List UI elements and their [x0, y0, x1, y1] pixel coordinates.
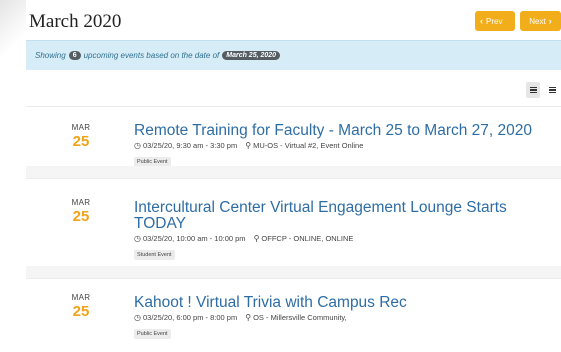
chevron-right-icon: ›	[548, 15, 552, 26]
event-time-text: 03/25/20, 10:00 am - 10:00 pm	[142, 234, 246, 243]
date-month: MAR	[71, 198, 91, 207]
date-day: 25	[72, 133, 90, 150]
clock-icon: ◷	[134, 140, 141, 150]
date-block: MAR 25	[62, 293, 100, 320]
map-pin-icon: ⚲	[245, 312, 252, 322]
event-tag: Student Event	[134, 250, 175, 260]
event-meta: ◷ 03/25/20, 6:00 pm - 8:00 pm ⚲ OS - Mil…	[134, 313, 554, 322]
next-label: Next	[529, 16, 546, 26]
clock-icon: ◷	[134, 233, 141, 243]
event-location-text: MU-OS - Virtual #2, Event Online	[253, 141, 364, 150]
event-tag: Public Event	[134, 329, 171, 339]
event-divider	[26, 166, 561, 178]
info-mid-text: upcoming events based on the date of	[83, 51, 220, 60]
chevron-left-icon: ‹	[480, 15, 483, 26]
event-title-link[interactable]: Intercultural Center Virtual Engagement …	[134, 200, 554, 232]
info-text: Showing 6 upcoming events based on the d…	[26, 51, 281, 60]
list-view-toggle[interactable]	[545, 82, 559, 98]
event-location: ⚲ OS - Millersville Community,	[245, 313, 346, 322]
prev-label: Prev	[486, 16, 503, 26]
event-location-text: OFFCP - ONLINE, ONLINE	[261, 234, 354, 243]
date-badge: March 25, 2020	[222, 51, 281, 60]
date-month: MAR	[71, 293, 91, 302]
clock-icon: ◷	[134, 312, 141, 322]
event-time-text: 03/25/20, 9:30 am - 3:30 pm	[142, 141, 238, 150]
event-location-text: OS - Millersville Community,	[253, 313, 347, 322]
map-pin-icon: ⚲	[253, 233, 260, 243]
month-header: March 2020 ‹ Prev Next ›	[26, 10, 561, 38]
date-day: 25	[72, 303, 90, 320]
event-body: Kahoot ! Virtual Trivia with Campus Rec …	[134, 295, 554, 340]
view-toggles	[525, 82, 561, 98]
event-time-text: 03/25/20, 6:00 pm - 8:00 pm	[142, 313, 238, 322]
grid-view-toggle[interactable]	[526, 82, 540, 98]
info-bar: Showing 6 upcoming events based on the d…	[26, 40, 561, 70]
date-block: MAR 25	[62, 123, 100, 150]
event-meta: ◷ 03/25/20, 10:00 am - 10:00 pm ⚲ OFFCP …	[134, 234, 554, 243]
corner-shadow	[0, 0, 26, 60]
event-time: ◷ 03/25/20, 10:00 am - 10:00 pm	[134, 234, 246, 243]
date-month: MAR	[71, 123, 91, 132]
info-showing: Showing	[35, 51, 66, 60]
map-pin-icon: ⚲	[245, 140, 252, 150]
event-title-link[interactable]: Kahoot ! Virtual Trivia with Campus Rec	[134, 295, 554, 311]
event-divider	[26, 266, 561, 278]
event-title-link[interactable]: Remote Training for Faculty - March 25 t…	[134, 123, 554, 139]
event-card: MAR 25 Kahoot ! Virtual Trivia with Camp…	[26, 278, 561, 352]
event-location: ⚲ MU-OS - Virtual #2, Event Online	[245, 141, 363, 150]
event-card: MAR 25 Intercultural Center Virtual Enga…	[26, 178, 561, 267]
event-time: ◷ 03/25/20, 6:00 pm - 8:00 pm	[134, 313, 237, 322]
event-meta: ◷ 03/25/20, 9:30 am - 3:30 pm ⚲ MU-OS - …	[134, 141, 554, 150]
date-block: MAR 25	[62, 198, 100, 225]
event-location: ⚲ OFFCP - ONLINE, ONLINE	[254, 234, 354, 243]
event-card: MAR 25 Remote Training for Faculty - Mar…	[26, 106, 561, 168]
grid-view-icon	[529, 86, 537, 94]
prev-button[interactable]: ‹ Prev	[475, 11, 515, 31]
event-body: Intercultural Center Virtual Engagement …	[134, 200, 554, 261]
event-count-badge: 6	[68, 51, 81, 60]
next-button[interactable]: Next ›	[520, 11, 561, 31]
event-time: ◷ 03/25/20, 9:30 am - 3:30 pm	[134, 141, 237, 150]
list-view-icon	[548, 86, 556, 94]
event-body: Remote Training for Faculty - March 25 t…	[134, 123, 554, 168]
page-title: March 2020	[29, 11, 122, 32]
date-day: 25	[72, 208, 90, 225]
